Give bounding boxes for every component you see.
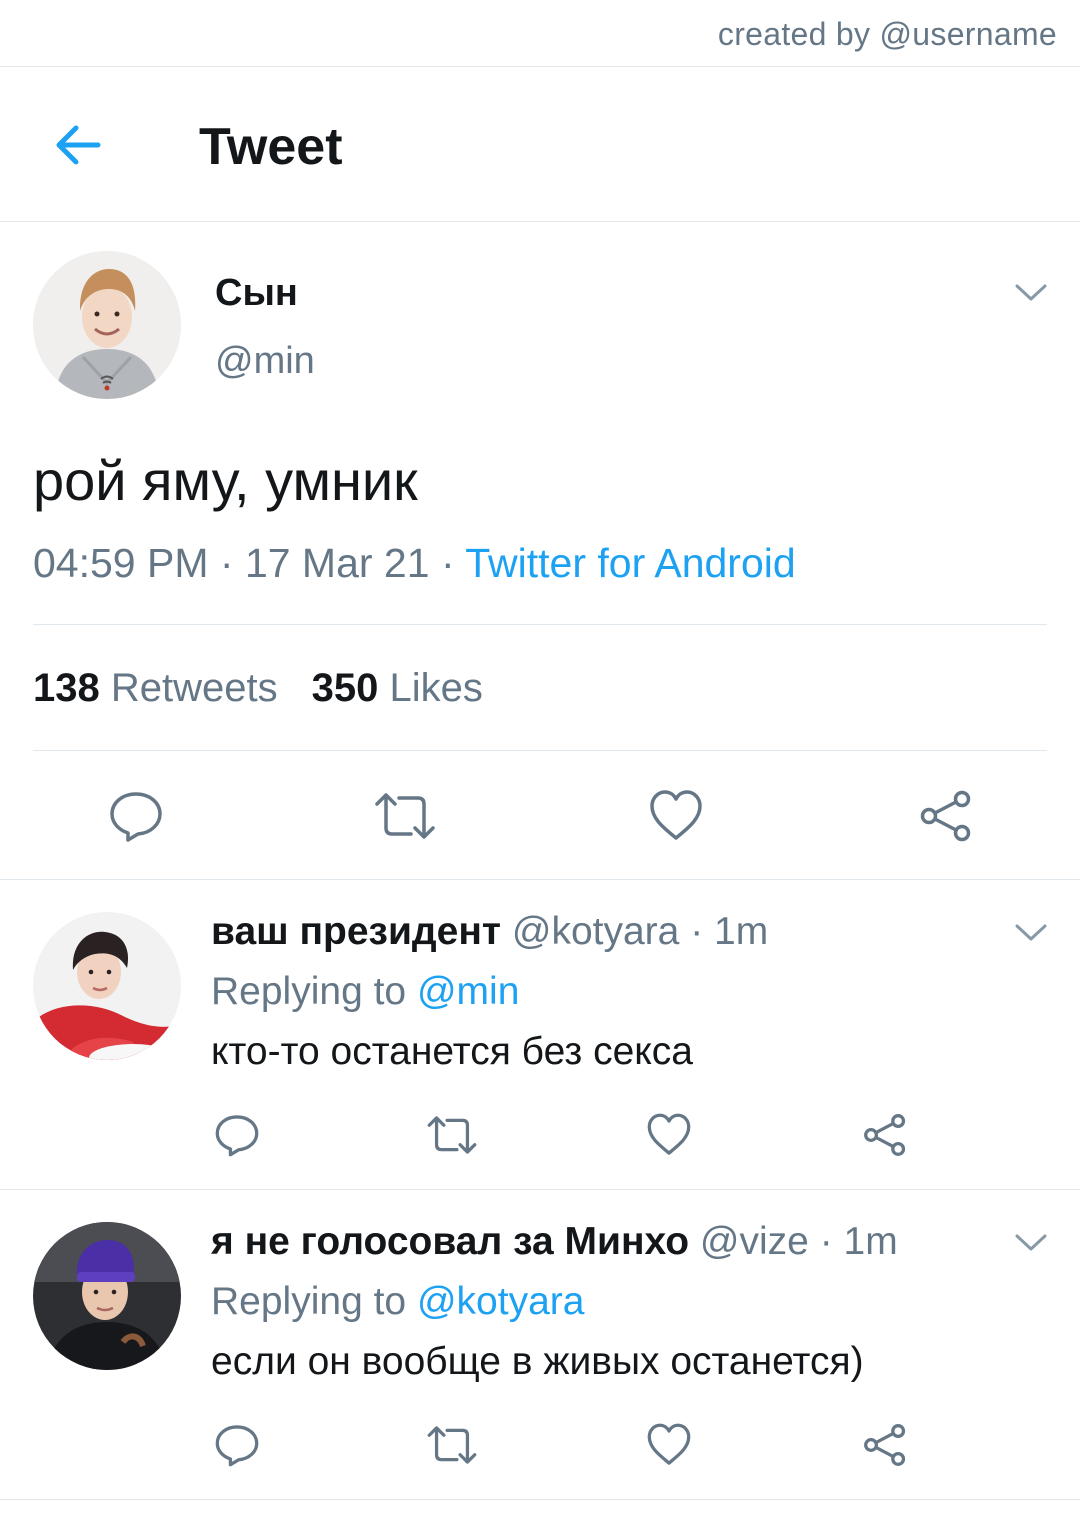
heart-icon [650,790,702,840]
share-button[interactable] [862,1112,908,1158]
like-button[interactable] [648,788,704,844]
likes-label: Likes [389,666,483,710]
speech-bubble-icon [110,792,162,842]
like-button[interactable] [646,1422,692,1468]
replying-to: Replying to @kotyara [211,1280,584,1324]
reply-tweet: я не голосовал за Минхо @vize · 1m Reply… [0,1190,1080,1500]
avatar[interactable] [33,251,181,399]
author-name[interactable]: Сын [215,272,298,315]
credit-bar: created by @username [0,0,1080,67]
back-button[interactable] [48,115,108,175]
tweet-source-link[interactable]: Twitter for Android [465,540,795,586]
chevron-down-icon [1015,1234,1047,1251]
replying-to-mention[interactable]: @kotyara [417,1280,584,1323]
avatar-photo [33,1222,181,1370]
page-header: Tweet [0,67,1080,222]
more-options-button[interactable] [1014,922,1048,944]
reply-author-name[interactable]: ваш президент [211,910,501,953]
retweets-count: 138 [33,666,100,710]
arrow-left-icon [56,125,101,165]
likes-stat[interactable]: 350 Likes [312,666,483,710]
meta-separator: · [429,540,466,586]
page-title: Tweet [199,118,343,176]
tweet-date: 17 Mar 21 [244,540,430,586]
tweet-meta: 04:59 PM · 17 Mar 21 · Twitter for Andro… [33,540,796,587]
reply-text: если он вообще в живых останется) [211,1340,864,1383]
reply-author-handle[interactable]: @kotyara [512,910,679,953]
avatar[interactable] [33,912,181,1060]
share-icon [864,1114,906,1156]
reply-header: ваш президент @kotyara · 1m [211,910,768,954]
speech-bubble-icon [215,1425,259,1467]
reply-button[interactable] [214,1422,260,1468]
share-button[interactable] [918,788,974,844]
heart-icon [647,1423,691,1465]
reply-author-handle[interactable]: @vize [700,1220,809,1263]
replying-to-label: Replying to [211,970,407,1013]
replying-to-mention[interactable]: @min [417,970,519,1013]
tweet-text: рой яму, умник [33,449,418,512]
reply-button[interactable] [108,788,164,844]
more-options-button[interactable] [1014,282,1048,304]
heart-icon [647,1113,691,1155]
meta-separator: · [208,540,245,586]
retweet-button[interactable] [373,788,437,844]
reply-tweet: ваш президент @kotyara · 1m Replying to … [0,880,1080,1190]
avatar-photo [33,251,181,399]
share-icon [864,1424,906,1466]
retweet-icon [427,1426,477,1464]
replying-to-label: Replying to [211,1280,407,1323]
credit-text: created by @username [717,16,1057,52]
retweet-button[interactable] [426,1422,478,1468]
more-options-button[interactable] [1014,1232,1048,1254]
retweets-label: Retweets [110,666,278,710]
reply-header: я не голосовал за Минхо @vize · 1m [211,1220,898,1264]
author-handle[interactable]: @min [215,340,315,383]
retweet-icon [427,1116,477,1154]
main-tweet: Сын @min рой яму, умник 04:59 PM · 17 Ma… [0,222,1080,880]
speech-bubble-icon [215,1115,259,1157]
reply-time: · 1m [679,910,769,953]
chevron-down-icon [1015,924,1047,941]
divider [33,624,1047,625]
reply-text: кто-то останется без секса [211,1030,693,1073]
likes-count: 350 [311,666,379,710]
reply-button[interactable] [214,1112,260,1158]
avatar-photo [33,912,181,1060]
tweet-stats: 138 Retweets 350 Likes [33,666,483,711]
share-button[interactable] [862,1422,908,1468]
chevron-down-icon [1015,284,1047,301]
divider [33,750,1047,751]
tweet-time: 04:59 PM [33,540,209,586]
retweet-icon [375,793,435,839]
share-icon [920,790,971,842]
retweet-button[interactable] [426,1112,478,1158]
reply-author-name[interactable]: я не голосовал за Минхо [211,1220,689,1263]
like-button[interactable] [646,1112,692,1158]
reply-time: · 1m [808,1220,898,1263]
replying-to: Replying to @min [211,970,519,1014]
avatar[interactable] [33,1222,181,1370]
retweets-stat[interactable]: 138 Retweets [33,666,278,710]
